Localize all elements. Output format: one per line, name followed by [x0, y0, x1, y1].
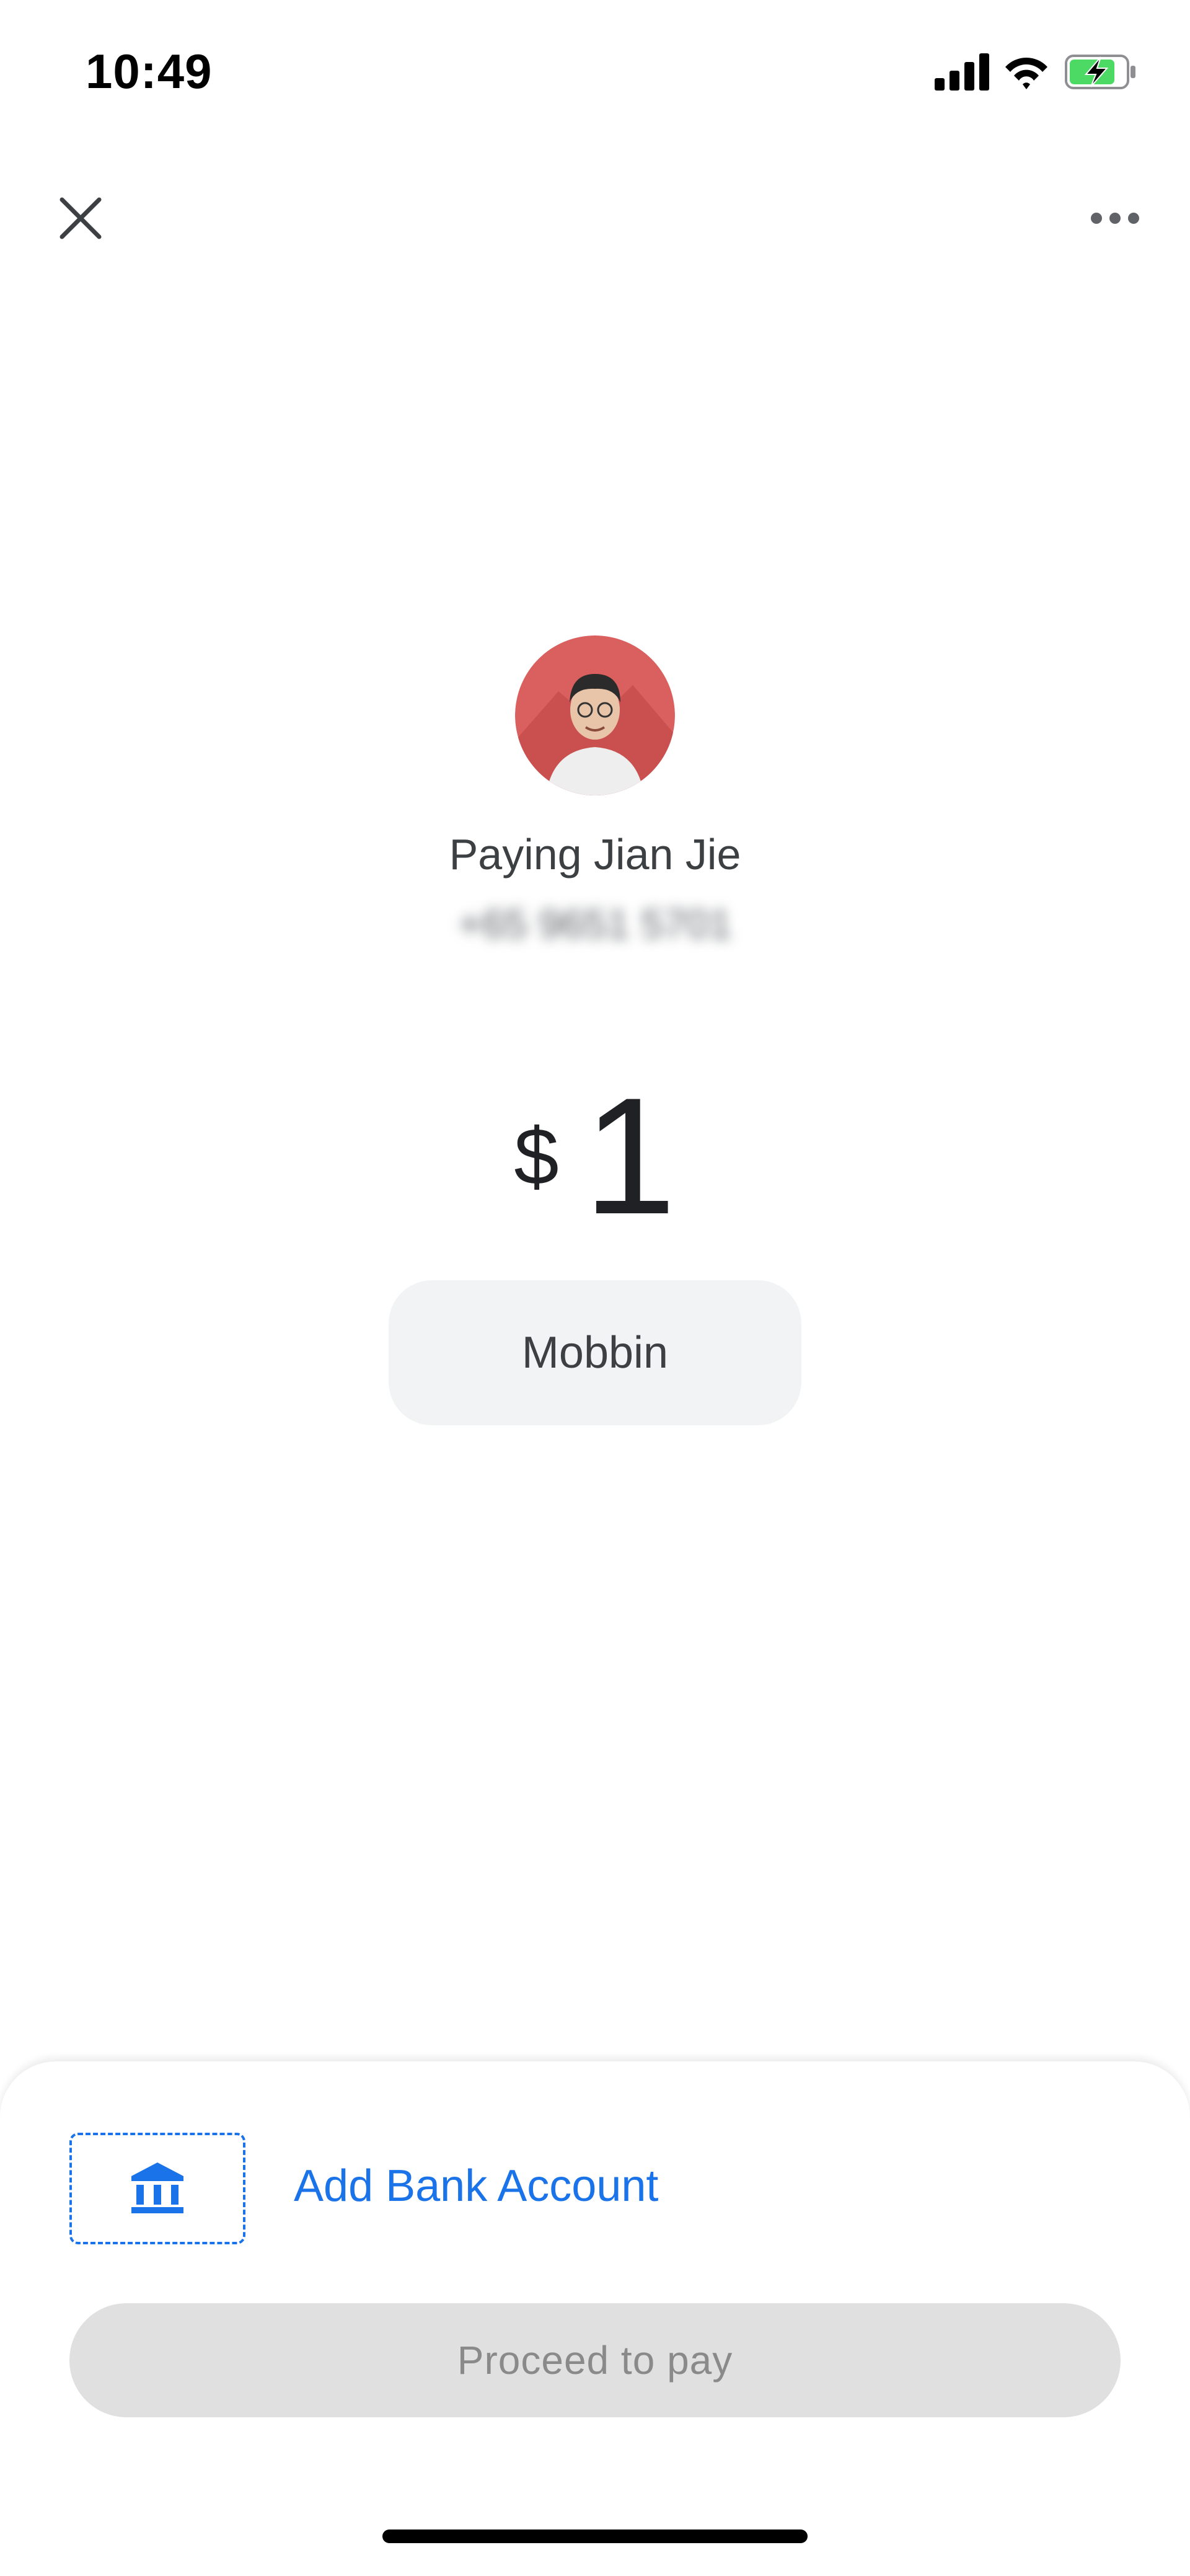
payment-bottom-sheet: Add Bank Account Proceed to pay	[0, 2061, 1190, 2576]
proceed-to-pay-button[interactable]: Proceed to pay	[69, 2303, 1121, 2417]
add-bank-account-link[interactable]: Add Bank Account	[294, 2161, 658, 2211]
wifi-icon	[1005, 57, 1047, 89]
payee-title: Paying Jian Jie	[449, 830, 741, 879]
signal-icon	[935, 53, 989, 91]
avatar	[515, 635, 675, 795]
more-horizontal-icon	[1091, 213, 1139, 224]
payee-phone: +65 9651 5701	[457, 901, 733, 947]
more-options-button[interactable]	[1081, 192, 1149, 244]
status-time: 10:49	[86, 44, 213, 99]
close-button[interactable]	[48, 186, 113, 250]
amount-display[interactable]: $ 1	[0, 1073, 1190, 1239]
status-icons	[935, 51, 1139, 92]
close-icon	[60, 197, 102, 239]
add-bank-icon-button[interactable]	[69, 2133, 245, 2244]
home-indicator[interactable]	[382, 2530, 808, 2543]
amount-value: 1	[583, 1063, 676, 1249]
bank-icon	[131, 2162, 183, 2213]
battery-charging-icon	[1065, 55, 1135, 89]
status-bar: 10:49	[0, 0, 1190, 143]
currency-symbol: $	[514, 1111, 559, 1202]
note-chip[interactable]: Mobbin	[389, 1280, 801, 1425]
